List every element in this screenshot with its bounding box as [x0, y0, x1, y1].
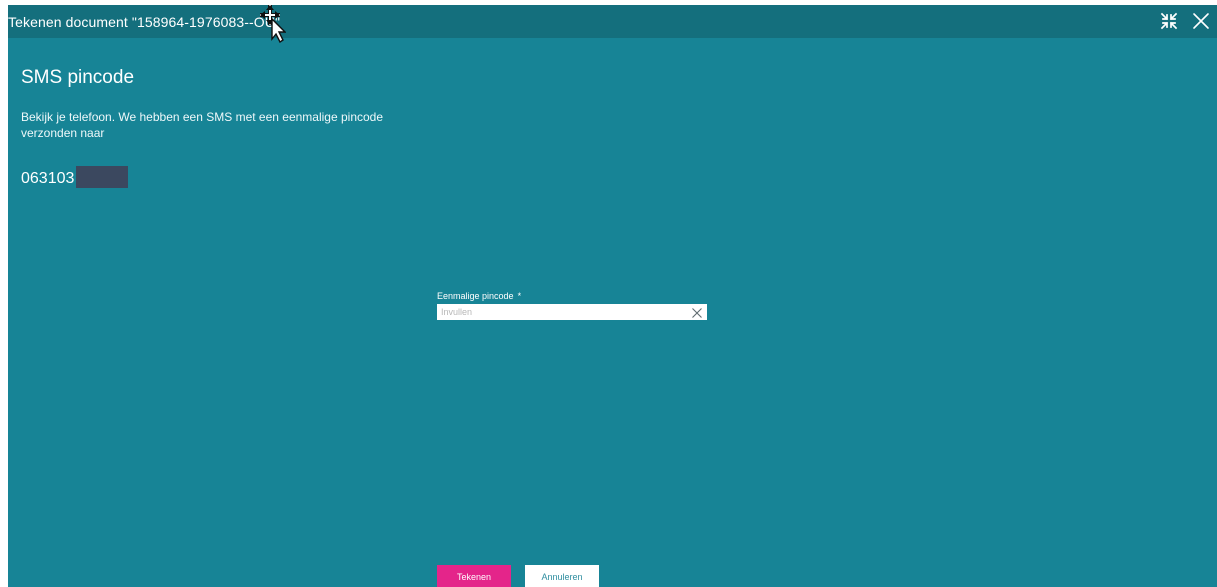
- window-actions: [1159, 9, 1211, 33]
- phone-number: 063103: [21, 166, 129, 190]
- pincode-field: [437, 304, 707, 320]
- instruction-text: Bekijk je telefoon. We hebben een SMS me…: [21, 110, 384, 140]
- cancel-button[interactable]: Annuleren: [525, 565, 599, 587]
- redaction-mask: [76, 166, 129, 188]
- pincode-input[interactable]: [437, 304, 685, 320]
- submit-button[interactable]: Tekenen: [437, 565, 511, 587]
- close-icon[interactable]: [1191, 11, 1211, 31]
- title-bar: Tekenen document "158964-1976083‑‑OU": [8, 5, 1217, 38]
- window-title: Tekenen document "158964-1976083‑‑OU": [8, 14, 281, 30]
- signing-dialog: Tekenen document "158964-1976083‑‑OU" SM…: [8, 5, 1217, 587]
- minimize-arrows-icon[interactable]: [1159, 11, 1179, 31]
- clear-icon[interactable]: [691, 306, 703, 318]
- phone-prefix: 063103: [21, 170, 75, 188]
- page-title: SMS pincode: [21, 67, 135, 88]
- pincode-label: Eenmalige pincode *: [437, 291, 521, 301]
- pincode-label-text: Eenmalige pincode: [437, 291, 514, 301]
- required-marker: *: [517, 291, 522, 301]
